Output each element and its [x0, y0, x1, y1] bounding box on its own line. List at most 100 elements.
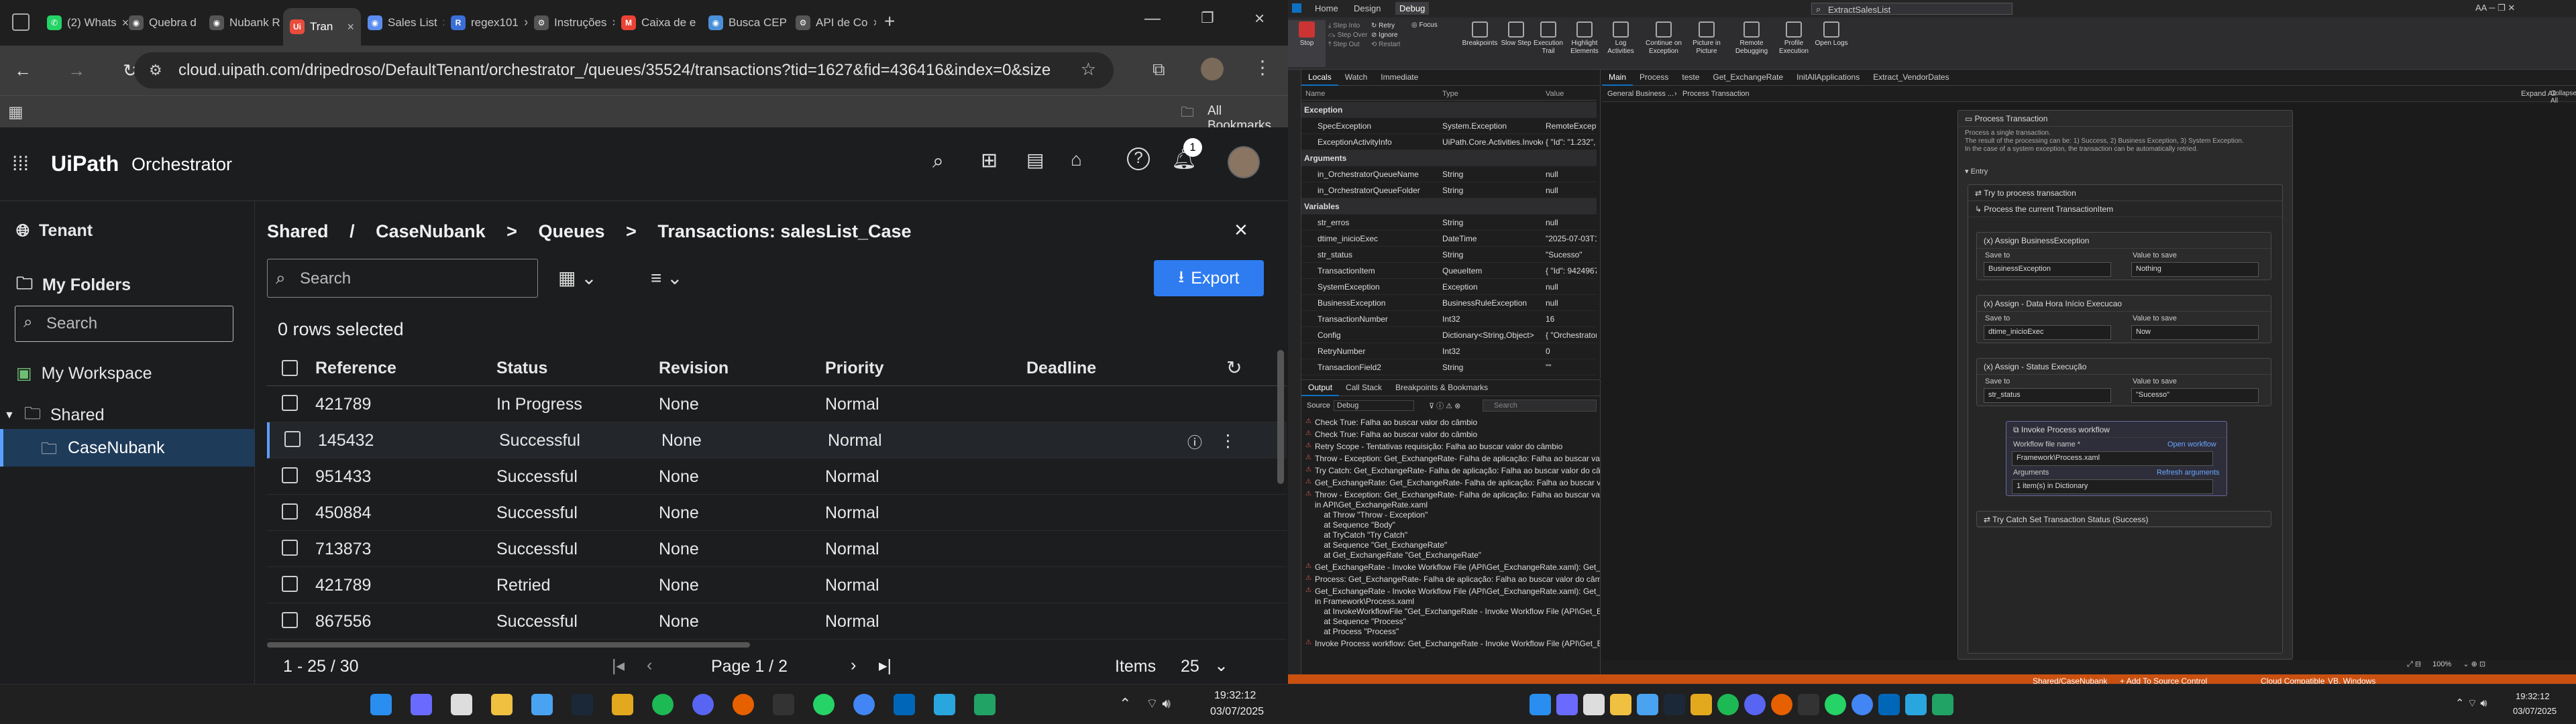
excel-icon[interactable]	[1932, 694, 1953, 715]
close-window-button[interactable]: ×	[1254, 8, 1265, 29]
help-icon[interactable]: ?	[1127, 147, 1150, 170]
prev-page-icon[interactable]: ‹	[647, 656, 652, 675]
locals-row[interactable]: ExceptionActivityInfo UiPath.Core.Activit…	[1301, 134, 1597, 150]
sidebar-item-case[interactable]: 🗀 CaseNubank	[0, 429, 255, 467]
locals-row[interactable]: SpecException System.Exception RemoteExcep…	[1301, 118, 1597, 134]
source-select[interactable]: Debug	[1334, 400, 1414, 411]
tab-instrucoes[interactable]: ⚙Instruções×	[527, 8, 614, 38]
tray-icons[interactable]: ⌃ ⌔ 🔊︎	[2455, 697, 2487, 710]
value-field[interactable]: Nothing	[2131, 262, 2259, 277]
assign-activity[interactable]: (x) Assign BusinessException Save to Val…	[1976, 232, 2271, 280]
tab-sales-list[interactable]: ◉Sales List×	[361, 8, 444, 38]
save-to-field[interactable]: dtime_inicioExec	[1984, 325, 2111, 340]
col-reference[interactable]: Reference	[315, 359, 396, 378]
doc-tab[interactable]: InitAllApplications	[1790, 70, 1866, 84]
clock-time[interactable]: 19:32:12	[1214, 690, 1256, 702]
menu-home[interactable]: Home	[1315, 3, 1338, 13]
amazon-icon[interactable]	[612, 694, 633, 715]
row-checkbox[interactable]	[282, 540, 298, 556]
col-type[interactable]: Type	[1442, 90, 1458, 98]
refresh-icon[interactable]: ↻	[1226, 357, 1242, 379]
export-button[interactable]: ⭳ Export	[1154, 260, 1264, 296]
table-row[interactable]: 951433 Successful None Normal	[267, 459, 1287, 495]
output-line[interactable]: Retry Scope - Tentativas requisição: Fal…	[1315, 442, 1562, 452]
tab-api[interactable]: ⚙ API de Co ×	[789, 8, 876, 38]
clock-time[interactable]: 19:32:12	[2516, 691, 2550, 701]
assign-activity[interactable]: (x) Assign - Status Execução Save to Val…	[1976, 358, 2271, 406]
epic-icon[interactable]	[1798, 694, 1819, 715]
save-to-field[interactable]: BusinessException	[1984, 262, 2111, 277]
new-tab-button[interactable]: +	[884, 11, 895, 32]
table-row[interactable]: 867556 Successful None Normal	[267, 603, 1287, 640]
document-icon[interactable]	[1583, 694, 1605, 715]
zoom-controls[interactable]: ⌄ ⊕ ⊡	[2463, 660, 2485, 668]
locals-row[interactable]: TransactionNumber Int32 16	[1301, 311, 1597, 327]
h-scrollbar[interactable]	[267, 642, 750, 648]
tab-breakpoints[interactable]: Breakpoints & Bookmarks	[1389, 380, 1495, 395]
sidebar-item-shared[interactable]: ▼ 🗀 Shared	[4, 401, 104, 430]
sidebar-item-workspace[interactable]: ▣ My Workspace	[16, 363, 152, 383]
extensions-icon[interactable]: ⧉	[1152, 59, 1165, 80]
value-field[interactable]: Now	[2131, 325, 2259, 340]
sequence-header[interactable]: ↳ Process the current TransactionItem	[1968, 201, 2282, 217]
open-logs-button[interactable]: Open Logs	[1813, 20, 1850, 48]
table-row[interactable]: 450884 Successful None Normal	[267, 495, 1287, 531]
copilot-icon[interactable]	[1556, 694, 1578, 715]
output-line[interactable]: Process: Get_ExchangeRate- Falha de apli…	[1315, 575, 1600, 585]
locals-row[interactable]: TransactionField2 String ""	[1301, 359, 1597, 375]
row-checkbox[interactable]	[282, 467, 298, 483]
uipath-studio-icon[interactable]	[1878, 694, 1900, 715]
site-info-icon[interactable]: ⚙	[149, 62, 162, 79]
tab-busca-cep[interactable]: ◉Busca CEP×	[702, 8, 789, 38]
ignore-button[interactable]: ⊘ Ignore	[1371, 31, 1400, 40]
steam-icon[interactable]	[572, 694, 593, 715]
zoom-fit-icon[interactable]: ⤢ ⊟	[2407, 660, 2421, 668]
breadcrumb-item[interactable]: Process Transaction	[1682, 90, 1750, 98]
col-value[interactable]: Value	[1546, 90, 1564, 98]
explorer-icon[interactable]	[491, 694, 513, 715]
highlight-elements-button[interactable]: Highlight Elements	[1566, 20, 1603, 56]
amazon-icon[interactable]	[1690, 694, 1712, 715]
firefox-icon[interactable]	[1771, 694, 1792, 715]
menu-design[interactable]: Design	[1354, 3, 1381, 13]
row-checkbox[interactable]	[284, 431, 301, 447]
tab-regex[interactable]: Rregex101×	[444, 8, 527, 38]
execution-trail-button[interactable]: Execution Trail	[1529, 20, 1567, 56]
output-line[interactable]: Check True: Falha ao buscar valor do câm…	[1315, 430, 1477, 440]
url-field[interactable]: ⚙ cloud.uipath.com/dripedroso/DefaultTen…	[134, 52, 1114, 88]
breadcrumb-queues[interactable]: Queues	[538, 221, 604, 241]
tab-locals[interactable]: Locals	[1301, 70, 1338, 86]
trycatch-status-activity[interactable]: ⇄ Try Catch Set Transaction Status (Succ…	[1976, 511, 2271, 528]
last-page-icon[interactable]: ▸|	[879, 656, 892, 676]
discord-icon[interactable]	[1744, 694, 1766, 715]
doc-tab[interactable]: Extract_VendorDates	[1866, 70, 1955, 84]
whatsapp-icon[interactable]	[1825, 694, 1846, 715]
window-controls[interactable]: AA ─ ❐ ✕	[2475, 3, 2515, 13]
output-line[interactable]: Get_ExchangeRate: Get_ExchangeRate- Falh…	[1315, 478, 1600, 488]
info-icon[interactable]: ⓘ	[1187, 431, 1202, 452]
wifi-icon[interactable]: ⌔ 🔊︎	[1146, 695, 1171, 712]
locals-group[interactable]: Exception	[1301, 102, 1597, 118]
picture-in-picture-button[interactable]: Picture in Picture	[1688, 20, 1725, 56]
items-select[interactable]: 25	[1181, 657, 1199, 676]
col-name[interactable]: Name	[1305, 90, 1325, 98]
output-line[interactable]: Get_ExchangeRate - Invoke Workflow File …	[1315, 587, 1600, 637]
table-row[interactable]: 145432 Successful None Normal ⓘ ⋮	[267, 422, 1287, 459]
filter-icon[interactable]: ≡ ⌄	[651, 267, 683, 289]
folder-search-input[interactable]: ⌕ Search	[15, 306, 233, 342]
profile-avatar[interactable]	[1201, 58, 1224, 80]
columns-icon[interactable]: ▦ ⌄	[558, 267, 597, 289]
discord-icon[interactable]	[692, 694, 714, 715]
spotify-icon[interactable]	[1717, 694, 1739, 715]
continue-on-exception-button[interactable]: Continue on Exception	[1642, 20, 1685, 56]
explorer-icon[interactable]	[1610, 694, 1631, 715]
user-avatar[interactable]	[1228, 146, 1260, 178]
whatsapp-icon[interactable]	[813, 694, 835, 715]
forward-icon[interactable]: →	[64, 60, 89, 81]
locals-group[interactable]: Variables	[1301, 198, 1597, 215]
table-row[interactable]: 421789 In Progress None Normal	[267, 386, 1287, 422]
start-icon[interactable]	[370, 694, 392, 715]
uipath-studio-icon[interactable]	[894, 694, 915, 715]
notepad-icon[interactable]	[934, 694, 955, 715]
profile-execution-button[interactable]: Profile Execution	[1775, 20, 1813, 56]
